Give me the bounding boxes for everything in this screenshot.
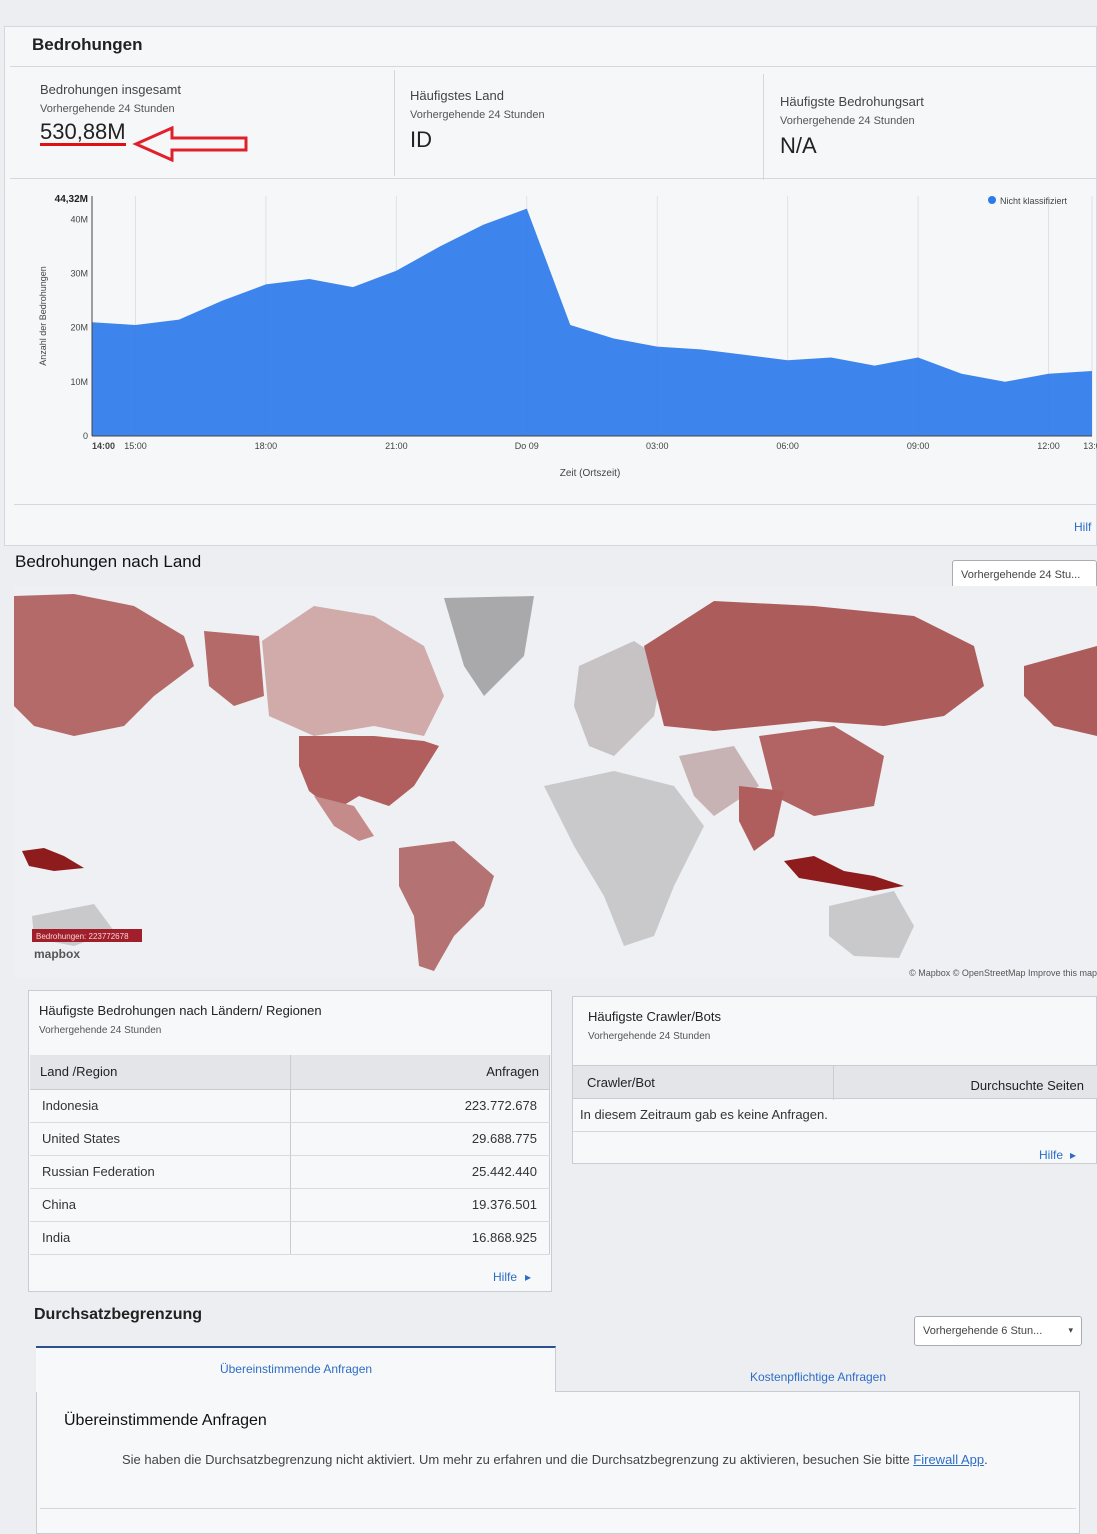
x-tick-label: 21:00 [385,441,408,451]
red-arrow-annotation [132,126,248,162]
col-country[interactable]: Land /Region [30,1055,291,1090]
rate-limit-range-value: Vorhergehende 6 Stun... [923,1325,1043,1337]
col-requests[interactable]: Anfragen [290,1055,550,1090]
cell-country: Indonesia [30,1089,291,1123]
stat-country-sub: Vorhergehende 24 Stunden [410,109,545,121]
divider [573,1131,1097,1132]
table-row[interactable]: Russian Federation 25.442.440 [30,1155,550,1189]
tab-billable[interactable]: Kostenpflichtige Anfragen [556,1346,1080,1392]
y-axis-label: Anzahl der Bedrohungen [38,266,48,366]
x-tick-label: 18:00 [255,441,278,451]
crawlers-header: Crawler/Bot Durchsuchte Seiten [573,1065,1097,1100]
rate-limit-message-end: . [984,1452,988,1467]
divider [40,1508,1076,1509]
stat-total-label: Bedrohungen insgesamt [40,82,181,97]
threats-title: Bedrohungen [32,35,143,54]
cell-requests: 223.772.678 [290,1089,550,1123]
stat-total-sub: Vorhergehende 24 Stunden [40,103,175,115]
map-tooltip: Bedrohungen: 223772678 [36,932,129,941]
x-tick-label: 09:00 [907,441,930,451]
x-axis-label: Zeit (Ortszeit) [560,468,621,479]
caret-down-icon: ▾ [1068,1325,1073,1335]
y-max-label: 44,32M [55,194,88,205]
tab-matching[interactable]: Übereinstimmende Anfragen [36,1346,556,1392]
x-tick-label: 06:00 [776,441,799,451]
threats-help-link[interactable]: Hilf [1074,520,1091,534]
y-tick-label: 30M [70,269,88,279]
divider [10,66,1097,67]
crawlers-help-link[interactable]: Hilfe [1039,1148,1063,1162]
y-tick-label: 20M [70,323,88,333]
divider [394,70,395,176]
threats-area-chart: 0 10M 20M 30M 40M 14:00 15:00 18:00 21:00 Do 09 0… [38,194,1097,479]
divider [763,74,764,180]
divider [14,504,1097,505]
world-threat-map[interactable]: Bedrohungen: 223772678 mapbox © Mapbox ©… [14,586,1097,978]
stat-country: Häufigstes Land Vorhergehende 24 Stunden… [410,88,545,153]
countries-table-title: Häufigste Bedrohungen nach Ländern/ Regi… [39,1003,322,1018]
mapbox-logo: mapbox [34,947,80,961]
rate-limit-section-title: Übereinstimmende Anfragen [64,1412,267,1429]
y-tick-label: 40M [70,214,88,224]
map-attribution[interactable]: © Mapbox © OpenStreetMap Improve this ma… [909,968,1097,978]
stat-type: Häufigste Bedrohungsart Vorhergehende 24… [780,94,924,159]
tab-matching-label: Übereinstimmende Anfragen [219,1362,373,1376]
crawlers-empty-message: In diesem Zeitraum gab es keine Anfragen… [580,1107,828,1122]
table-row[interactable]: Indonesia 223.772.678 [30,1089,550,1123]
stat-total-value: 530,88M [40,119,126,146]
tab-billable-label: Kostenpflichtige Anfragen [749,1370,887,1384]
map-title: Bedrohungen nach Land [15,552,202,571]
cell-country: China [30,1188,291,1222]
rate-limit-message-text: Sie haben die Durchsatzbegrenzung nicht … [122,1452,910,1467]
series-area [92,208,1092,436]
rate-limit-message: Sie haben die Durchsatzbegrenzung nicht … [122,1452,988,1467]
countries-help-link[interactable]: Hilfe [493,1270,517,1284]
x-tick-label: 15:00 [124,441,147,451]
stat-type-sub: Vorhergehende 24 Stunden [780,115,915,127]
divider [833,1066,834,1100]
col-crawler[interactable]: Crawler/Bot [587,1075,655,1090]
crawlers-card: Häufigste Crawler/Bots Vorhergehende 24 … [572,996,1097,1164]
x-tick-label: 14:00 [92,441,115,451]
rate-limit-range-select[interactable]: Vorhergehende 6 Stun... ▾ [914,1316,1082,1346]
y-tick-label: 10M [70,377,88,387]
caret-right-icon: ▸ [525,1270,532,1284]
caret-right-icon: ▸ [1070,1148,1077,1162]
table-row[interactable]: United States 29.688.775 [30,1122,550,1156]
stat-type-label: Häufigste Bedrohungsart [780,94,924,109]
countries-table: Land /Region Anfragen Indonesia 223.772.6… [30,1055,550,1255]
crawlers-title: Häufigste Crawler/Bots [588,1009,721,1024]
x-tick-label: 03:00 [646,441,669,451]
table-row[interactable]: China 19.376.501 [30,1188,550,1222]
col-pages[interactable]: Durchsuchte Seiten [971,1078,1084,1093]
crawlers-sub: Vorhergehende 24 Stunden [588,1031,711,1042]
cell-requests: 25.442.440 [290,1155,550,1189]
x-tick-label: Do 09 [515,441,539,451]
stat-country-value: ID [410,127,432,152]
stat-type-value: N/A [780,133,817,158]
cell-requests: 29.688.775 [290,1122,550,1156]
legend-label: Nicht klassifiziert [1000,196,1068,206]
cell-country: Russian Federation [30,1155,291,1189]
cell-country: United States [30,1122,291,1156]
rate-limit-title: Durchsatzbegrenzung [34,1306,203,1323]
x-tick-label: 13:0 [1083,441,1097,451]
y-tick-label: 0 [83,431,88,441]
x-tick-label: 12:00 [1037,441,1060,451]
countries-table-card: Häufigste Bedrohungen nach Ländern/ Regi… [28,990,552,1292]
cell-requests: 16.868.925 [290,1221,550,1255]
cell-requests: 19.376.501 [290,1188,550,1222]
legend-dot [988,196,996,204]
firewall-app-link[interactable]: Firewall App [913,1452,984,1467]
divider [10,178,1097,179]
cell-country: India [30,1221,291,1255]
countries-table-sub: Vorhergehende 24 Stunden [39,1025,162,1036]
table-row[interactable]: India 16.868.925 [30,1221,550,1255]
stat-country-label: Häufigstes Land [410,88,504,103]
